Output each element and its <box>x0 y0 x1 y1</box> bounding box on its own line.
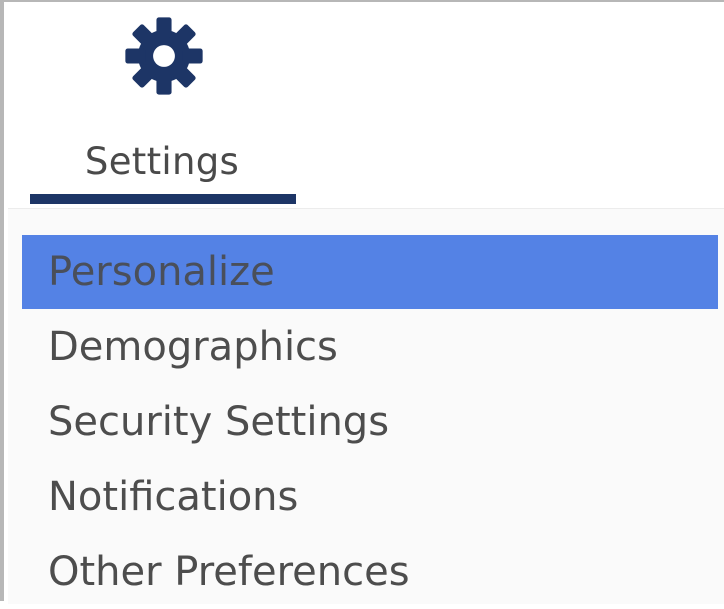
menu-item-other-preferences[interactable]: Other Preferences <box>22 535 718 609</box>
menu-item-notifications[interactable]: Notifications <box>22 460 718 534</box>
active-tab-indicator <box>30 194 296 204</box>
tab-settings[interactable]: Settings <box>28 2 296 208</box>
menu-item-personalize[interactable]: Personalize <box>22 235 718 309</box>
menu-item-demographics[interactable]: Demographics <box>22 310 718 384</box>
gear-icon <box>125 17 203 95</box>
settings-menu: Personalize Demographics Security Settin… <box>8 208 724 604</box>
tab-settings-label: Settings <box>84 140 240 183</box>
menu-item-security-settings[interactable]: Security Settings <box>22 385 718 459</box>
settings-panel: Settings Personalize Demographics Securi… <box>0 0 724 604</box>
